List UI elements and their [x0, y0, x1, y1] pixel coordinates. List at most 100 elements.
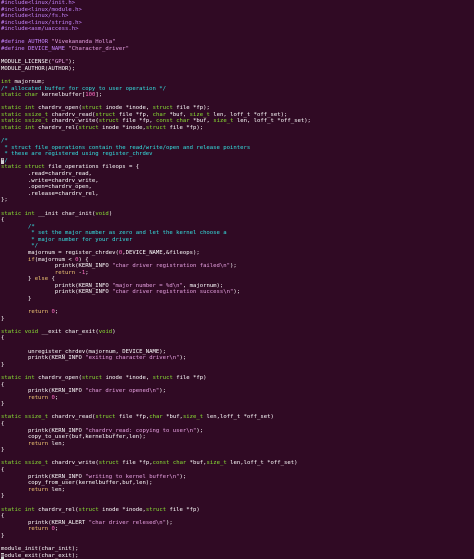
code-line[interactable]: return -1;: [1, 270, 474, 277]
code-line[interactable]: MODULE_LICENSE("GPL");: [1, 59, 474, 66]
code-line[interactable]: [1, 368, 474, 375]
code-line[interactable]: /*: [1, 138, 474, 145]
code-line[interactable]: static void __exit char_exit(void): [1, 329, 474, 336]
code-line[interactable]: static int chardrv_rel(struct inode *ino…: [1, 125, 474, 132]
code-token: file *fp,: [115, 111, 153, 118]
code-line[interactable]: };: [1, 197, 474, 204]
code-line[interactable]: .release=chardrv_rel,: [1, 191, 474, 198]
code-line[interactable]: [1, 303, 474, 310]
code-line[interactable]: } else {: [1, 276, 474, 283]
code-line[interactable]: #include<linux/string.h>: [1, 20, 474, 27]
code-line[interactable]: [1, 408, 474, 415]
code-line[interactable]: */: [1, 157, 474, 165]
code-line[interactable]: [1, 500, 474, 507]
code-line[interactable]: static int chardrv_open(struct inode *in…: [1, 375, 474, 382]
code-line[interactable]: return 0;: [1, 395, 474, 402]
code-line[interactable]: #include<linux/init.h>: [1, 0, 474, 7]
code-line[interactable]: [1, 53, 474, 60]
code-line[interactable]: [1, 539, 474, 546]
code-line[interactable]: static ssize_t chardrv_read(struct file …: [1, 112, 474, 119]
code-token: "GPL": [51, 59, 69, 66]
code-token: const: [155, 118, 173, 125]
code-line[interactable]: static int __init char_init(void): [1, 211, 474, 218]
code-line[interactable]: .read=chardrv_read,: [1, 171, 474, 178]
code-token: ssize_t: [24, 460, 49, 467]
code-line[interactable]: /*: [1, 224, 474, 231]
code-line[interactable]: static ssize_t chardrv_write(struct file…: [1, 118, 474, 125]
code-line[interactable]: }: [1, 401, 474, 408]
code-line[interactable]: printk(KERN_INFO "char driver registrati…: [1, 263, 474, 270]
code-line[interactable]: {: [1, 382, 474, 389]
code-line[interactable]: .open=chardrv_open,: [1, 184, 474, 191]
code-line[interactable]: [1, 342, 474, 349]
code-line[interactable]: if(majornum < 0) {: [1, 257, 474, 264]
code-line[interactable]: printk(KERN_INFO "exiting character driv…: [1, 355, 474, 362]
code-line[interactable]: static ssize_t chardrv_read(struct file …: [1, 414, 474, 421]
code-token: file *fp,: [118, 118, 156, 125]
code-line[interactable]: return len;: [1, 487, 474, 494]
code-line[interactable]: printk(KERN_INFO "chardrv_read: copying …: [1, 428, 474, 435]
code-line[interactable]: #include<linux/module.h>: [1, 7, 474, 14]
code-line[interactable]: printk(KERN_ALERT "char driver relesed\n…: [1, 520, 474, 527]
code-line[interactable]: * struct file_operations contain the rea…: [1, 145, 474, 152]
code-line[interactable]: static struct file_operations fileops = …: [1, 164, 474, 171]
code-token: struct: [145, 124, 167, 131]
code-line[interactable]: }: [1, 447, 474, 454]
code-token: struct: [95, 414, 116, 421]
code-line[interactable]: [1, 322, 474, 329]
code-line[interactable]: #define AUTHOR "Vivekananda Holla": [1, 39, 474, 46]
code-line[interactable]: [1, 132, 474, 139]
code-line[interactable]: }: [1, 296, 474, 303]
code-line[interactable]: * set the major number as zero and let t…: [1, 230, 474, 237]
code-token: static: [1, 118, 22, 125]
code-line[interactable]: * these are registered using register_ch…: [1, 151, 474, 158]
code-line[interactable]: {: [1, 467, 474, 474]
code-line[interactable]: [1, 99, 474, 106]
code-line[interactable]: /* allocated buffer for copy to user ope…: [1, 86, 474, 93]
code-line[interactable]: .write=chardrv_write,: [1, 178, 474, 185]
code-line[interactable]: #define DEVICE_NAME "Character_driver": [1, 46, 474, 53]
code-line[interactable]: majornum = register_chrdev(0,DEVICE_NAME…: [1, 250, 474, 257]
code-line[interactable]: * major number for your driver: [1, 237, 474, 244]
code-line[interactable]: [1, 204, 474, 211]
code-line[interactable]: static int chardrv_rel(struct inode *ino…: [1, 507, 474, 514]
code-line[interactable]: printk(KERN_INFO "major number = %d\n", …: [1, 283, 474, 290]
code-line[interactable]: }: [1, 316, 474, 323]
code-line[interactable]: int majornum;: [1, 79, 474, 86]
code-line[interactable]: printk(KERN_INFO "writing to kernel buff…: [1, 474, 474, 481]
code-line[interactable]: #include<linux/fs.h>: [1, 13, 474, 20]
code-line[interactable]: {: [1, 335, 474, 342]
code-line[interactable]: copy_to_user(buf,kernelbuffer,len);: [1, 434, 474, 441]
code-token: static: [1, 124, 22, 131]
code-line[interactable]: [1, 454, 474, 461]
code-token: ) {: [78, 256, 89, 263]
code-line[interactable]: printk(KERN_INFO "char driver registrati…: [1, 289, 474, 296]
code-line[interactable]: MODULE_AUTHOR(AUTHOR);: [1, 66, 474, 73]
code-token: len;: [48, 440, 66, 447]
code-line[interactable]: static ssize_t chardrv_write(struct file…: [1, 460, 474, 467]
code-line[interactable]: {: [1, 217, 474, 224]
code-line[interactable]: printk(KERN_INFO "char driver opened\n")…: [1, 388, 474, 395]
code-line[interactable]: return 0;: [1, 526, 474, 533]
code-line[interactable]: [1, 33, 474, 40]
code-line[interactable]: unregister_chrdev(majornum, DEVICE_NAME)…: [1, 349, 474, 356]
code-line[interactable]: #include<asm/uaccess.h>: [1, 26, 474, 33]
code-line[interactable]: copy_from_user(kernelbuffer,buf,len);: [1, 480, 474, 487]
code-line[interactable]: static int chardrv_open(struct inode *in…: [1, 105, 474, 112]
code-line[interactable]: module_init(char_init);: [1, 546, 474, 553]
code-line[interactable]: return 0;: [1, 309, 474, 316]
code-line[interactable]: return len;: [1, 441, 474, 448]
code-line[interactable]: }: [1, 533, 474, 540]
code-line[interactable]: [1, 72, 474, 79]
code-line[interactable]: {: [1, 513, 474, 520]
code-line[interactable]: static char kernelbuffer[100];: [1, 92, 474, 99]
code-line[interactable]: {: [1, 421, 474, 428]
code-token: static: [1, 111, 22, 118]
code-line[interactable]: }: [1, 493, 474, 500]
code-line[interactable]: }: [1, 362, 474, 369]
code-editor[interactable]: #include<linux/init.h> #include<linux/mod…: [0, 0, 474, 559]
code-token: }: [1, 493, 5, 500]
code-line[interactable]: */: [1, 243, 474, 250]
code-token: size_t: [213, 118, 234, 125]
